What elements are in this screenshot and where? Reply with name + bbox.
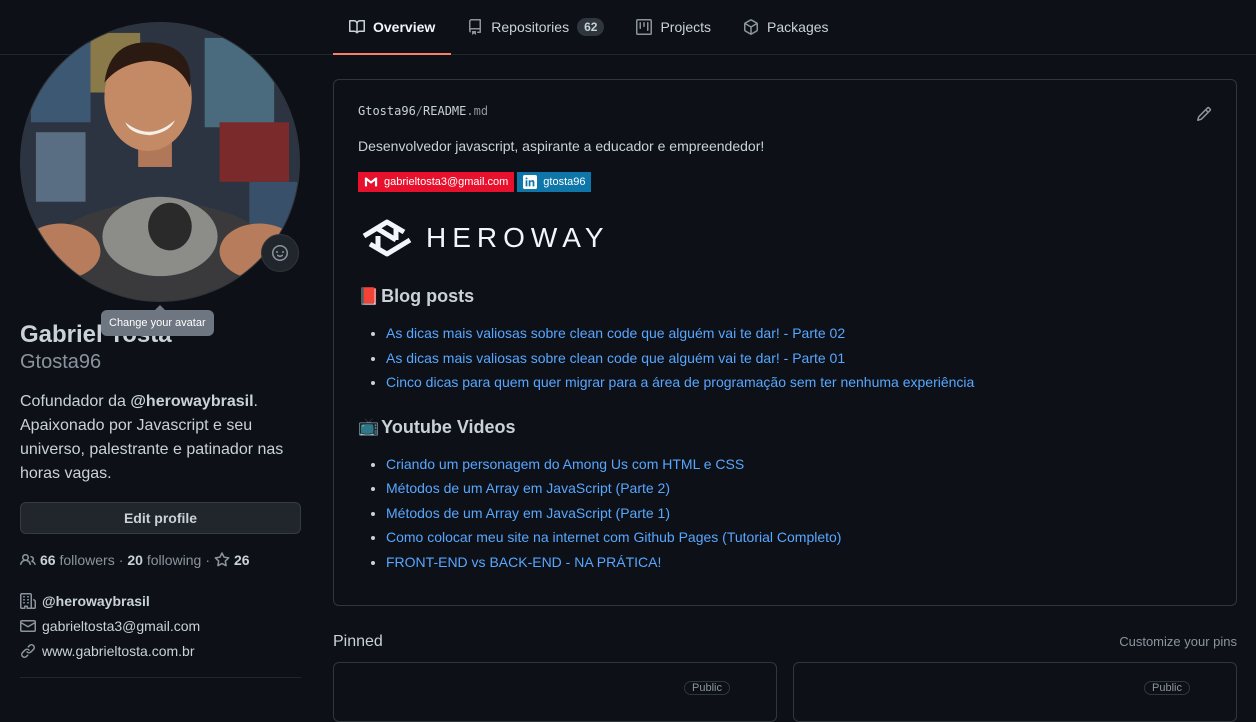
edit-readme-button[interactable] bbox=[1196, 106, 1212, 122]
youtube-videos-list: Criando um personagem do Among Us com HT… bbox=[358, 452, 1212, 575]
profile-bio: Cofundador da @herowaybrasil. Apaixonado… bbox=[20, 390, 301, 486]
tab-overview[interactable]: Overview bbox=[333, 0, 452, 55]
people-icon bbox=[20, 553, 36, 566]
book-icon bbox=[349, 19, 365, 33]
blog-post-link[interactable]: Cinco dicas para quem quer migrar para a… bbox=[386, 374, 974, 390]
blog-posts-heading: 📕 Blog posts bbox=[358, 286, 1212, 307]
tab-overview-label: Overview bbox=[373, 18, 436, 35]
website-item: www.gabrieltosta.com.br bbox=[20, 638, 301, 663]
avatar[interactable] bbox=[20, 22, 300, 302]
profile-readme-card: Gtosta96/README.md Desenvolvedor javascr… bbox=[333, 79, 1237, 606]
youtube-videos-title: Youtube Videos bbox=[381, 416, 516, 437]
list-item: FRONT-END vs BACK-END - NA PRÁTICA! bbox=[386, 550, 1212, 575]
book-emoji-icon: 📕 bbox=[358, 286, 380, 306]
website-link[interactable]: www.gabrieltosta.com.br bbox=[42, 643, 195, 659]
list-item: As dicas mais valiosas sobre clean code … bbox=[386, 321, 1212, 346]
list-item: Cinco dicas para quem quer migrar para a… bbox=[386, 370, 1212, 395]
email-item: gabrieltosta3@gmail.com bbox=[20, 613, 301, 638]
avatar-container: Change your avatar bbox=[20, 22, 300, 336]
public-badge: Public bbox=[1144, 681, 1190, 695]
repo-icon bbox=[469, 18, 482, 35]
bio-mention-link[interactable]: @herowaybrasil bbox=[130, 393, 253, 410]
tab-packages[interactable]: Packages bbox=[727, 0, 844, 55]
readme-file-ext: .md bbox=[466, 104, 489, 118]
star-icon[interactable] bbox=[214, 552, 230, 568]
gmail-badge-text: gabrieltosta3@gmail.com bbox=[384, 176, 509, 188]
readme-file-name[interactable]: README bbox=[423, 104, 466, 118]
smiley-icon bbox=[272, 245, 288, 261]
pinned-title: Pinned bbox=[333, 633, 383, 650]
tab-repositories[interactable]: Repositories 62 bbox=[451, 0, 620, 55]
following-label: following bbox=[146, 552, 202, 568]
stars-count[interactable]: 26 bbox=[234, 552, 250, 568]
customize-pins-link[interactable]: Customize your pins bbox=[1119, 634, 1237, 649]
email-link[interactable]: gabrieltosta3@gmail.com bbox=[42, 618, 200, 634]
dot-separator: · bbox=[118, 552, 124, 568]
dot-separator: · bbox=[205, 552, 211, 568]
youtube-videos-heading: 📺 Youtube Videos bbox=[358, 417, 1212, 438]
video-link[interactable]: Criando um personagem do Among Us com HT… bbox=[386, 456, 744, 472]
organization-item: @herowaybrasil bbox=[20, 588, 301, 613]
followers-count: 66 bbox=[40, 552, 56, 568]
pinned-header: Pinned Customize your pins bbox=[333, 633, 1237, 651]
blog-posts-title: Blog posts bbox=[381, 286, 475, 306]
gmail-icon bbox=[364, 177, 378, 187]
readme-path: Gtosta96/README.md bbox=[358, 104, 1212, 118]
video-link[interactable]: Métodos de um Array em JavaScript (Parte… bbox=[386, 505, 670, 521]
follow-stats: 66 followers · 20 following · 26 bbox=[20, 552, 301, 568]
package-icon bbox=[744, 18, 759, 35]
readme-path-separator: / bbox=[415, 104, 424, 118]
followers-link[interactable]: 66 followers bbox=[40, 552, 115, 568]
following-link[interactable]: 20 following bbox=[127, 552, 201, 568]
pinned-repo-card[interactable]: Public bbox=[333, 662, 777, 722]
heroway-logo-mark bbox=[362, 219, 412, 257]
video-link[interactable]: Como colocar meu site na internet com Gi… bbox=[386, 529, 841, 545]
tab-projects[interactable]: Projects bbox=[620, 0, 727, 55]
blog-post-link[interactable]: As dicas mais valiosas sobre clean code … bbox=[386, 350, 845, 366]
project-icon bbox=[636, 18, 653, 35]
link-icon bbox=[20, 643, 36, 658]
profile-details: @herowaybrasil gabrieltosta3@gmail.com w… bbox=[20, 588, 301, 663]
linkedin-badge[interactable]: gtosta96 bbox=[517, 172, 592, 192]
profile-tabs: Overview Repositories 62 Projects Packag… bbox=[333, 0, 845, 55]
gmail-badge[interactable]: gabrieltosta3@gmail.com bbox=[358, 172, 515, 192]
contact-badges: gabrieltosta3@gmail.com gtosta96 bbox=[358, 172, 1212, 192]
blog-posts-list: As dicas mais valiosas sobre clean code … bbox=[358, 321, 1212, 395]
repositories-count-badge: 62 bbox=[577, 17, 605, 36]
pencil-icon bbox=[1196, 106, 1212, 122]
followers-label: followers bbox=[59, 552, 115, 568]
tab-packages-label: Packages bbox=[767, 18, 829, 35]
heroway-logo-text: HEROWAY bbox=[426, 222, 610, 253]
avatar-tooltip: Change your avatar bbox=[101, 305, 214, 336]
readme-intro: Desenvolvedor javascript, aspirante a ed… bbox=[358, 138, 765, 154]
list-item: Métodos de um Array em JavaScript (Parte… bbox=[386, 476, 1212, 501]
mail-icon bbox=[20, 619, 36, 632]
video-link[interactable]: Métodos de um Array em JavaScript (Parte… bbox=[386, 480, 670, 496]
video-link[interactable]: FRONT-END vs BACK-END - NA PRÁTICA! bbox=[386, 554, 661, 570]
edit-profile-button[interactable]: Edit profile bbox=[20, 502, 301, 534]
heroway-logo: HEROWAY bbox=[358, 212, 1212, 264]
organization-icon bbox=[20, 592, 36, 609]
set-status-button[interactable] bbox=[261, 234, 299, 272]
linkedin-badge-text: gtosta96 bbox=[543, 176, 586, 188]
public-badge: Public bbox=[684, 681, 730, 695]
television-emoji-icon: 📺 bbox=[358, 417, 380, 436]
tab-projects-label: Projects bbox=[660, 18, 712, 35]
sidebar-divider bbox=[20, 677, 301, 678]
bio-prefix: Cofundador da bbox=[20, 393, 131, 410]
profile-username: Gtosta96 bbox=[20, 351, 102, 373]
list-item: Métodos de um Array em JavaScript (Parte… bbox=[386, 501, 1212, 526]
organization-link[interactable]: @herowaybrasil bbox=[42, 593, 150, 609]
list-item: Como colocar meu site na internet com Gi… bbox=[386, 525, 1212, 550]
profile-sidebar: Change your avatar Gabriel Tosta Gtosta9… bbox=[20, 22, 301, 678]
list-item: As dicas mais valiosas sobre clean code … bbox=[386, 346, 1212, 371]
linkedin-icon bbox=[523, 175, 538, 189]
avatar-photo bbox=[21, 23, 299, 301]
following-count: 20 bbox=[127, 552, 143, 568]
readme-owner[interactable]: Gtosta96 bbox=[358, 104, 416, 118]
tab-repositories-label: Repositories bbox=[491, 18, 570, 35]
list-item: Criando um personagem do Among Us com HT… bbox=[386, 452, 1212, 477]
pinned-repo-card[interactable]: Public bbox=[793, 662, 1237, 722]
blog-post-link[interactable]: As dicas mais valiosas sobre clean code … bbox=[386, 325, 845, 341]
